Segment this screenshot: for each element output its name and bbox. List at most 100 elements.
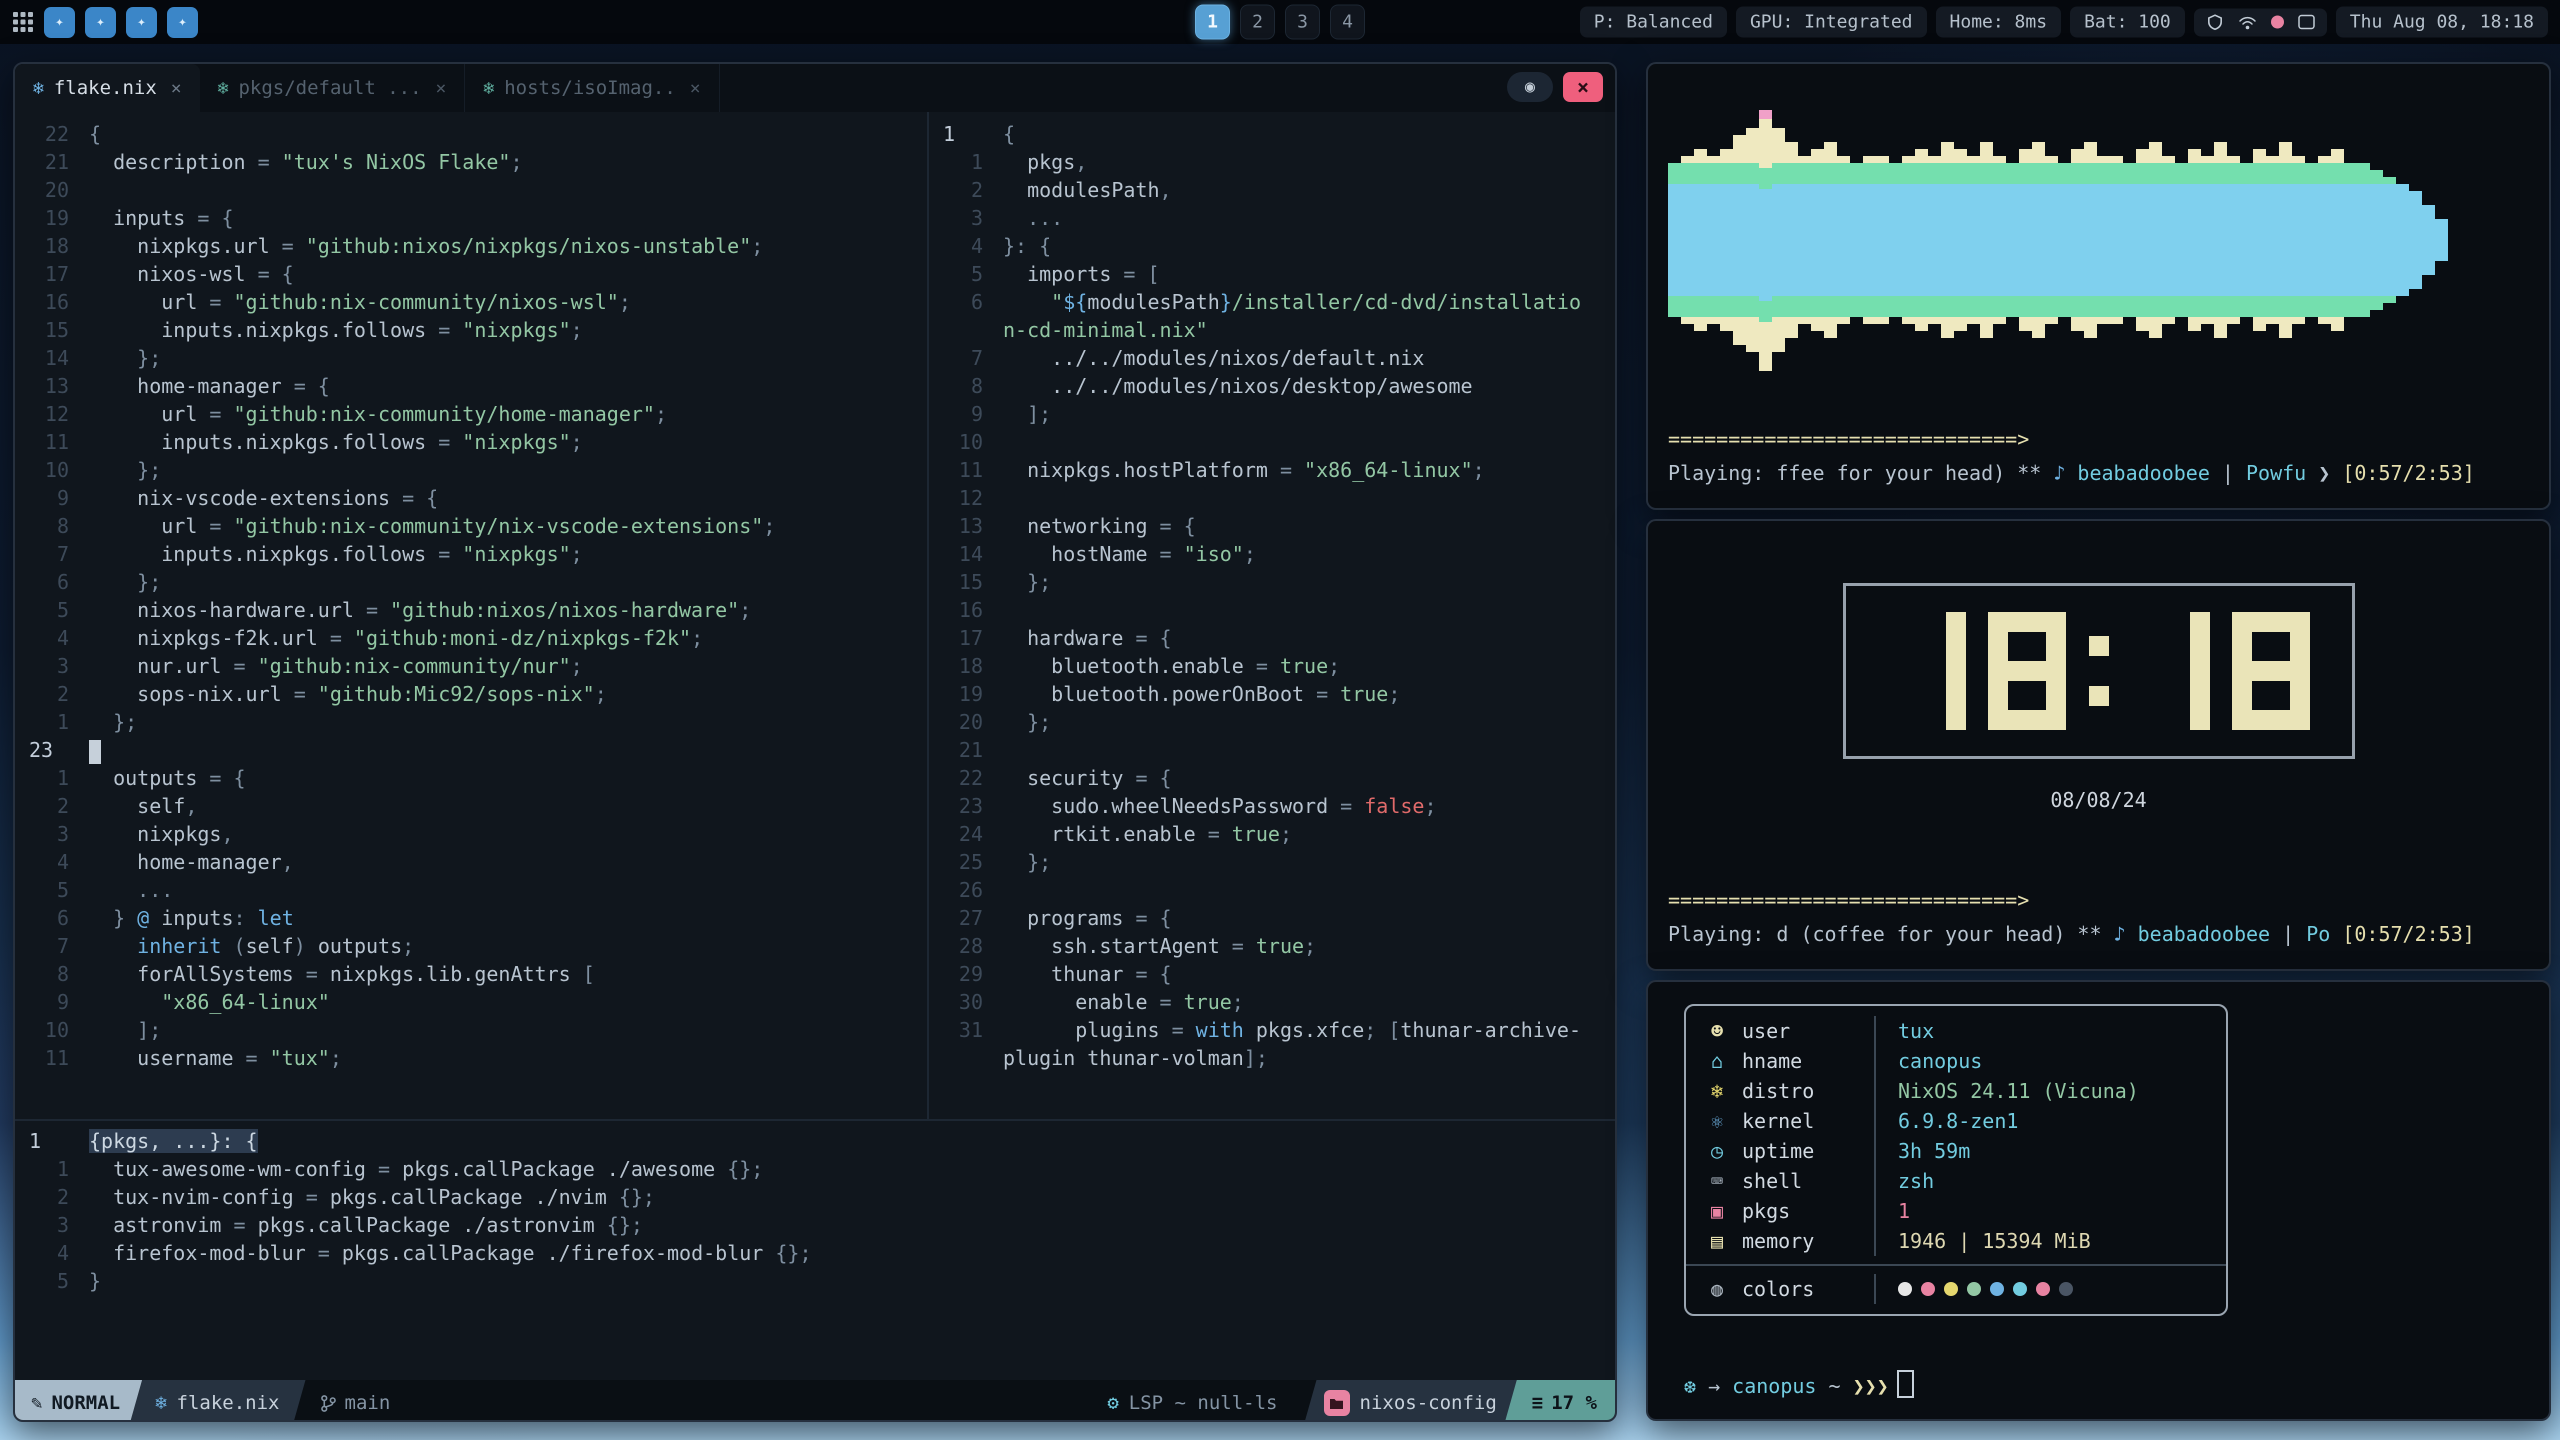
code-line[interactable]: 7 inherit (self) outputs; <box>15 932 927 960</box>
tab-close-icon[interactable]: × <box>171 78 182 99</box>
code-line[interactable]: 10 }; <box>15 456 927 484</box>
status-pill[interactable]: P: Balanced <box>1580 7 1727 38</box>
code-line[interactable]: 30 enable = true; <box>929 988 1615 1016</box>
code-line[interactable]: 23 sudo.wheelNeedsPassword = false; <box>929 792 1615 820</box>
code-line[interactable]: 2 modulesPath, <box>929 176 1615 204</box>
code-line[interactable]: 13 networking = { <box>929 512 1615 540</box>
code-line[interactable]: 17 nixos-wsl = { <box>15 260 927 288</box>
code-line[interactable]: 22{ <box>15 120 927 148</box>
code-line[interactable]: 5} <box>15 1267 1615 1295</box>
code-line[interactable]: 29 thunar = { <box>929 960 1615 988</box>
editor-tab-hosts-isoimag-[interactable]: ❄hosts/isoImag..× <box>465 64 719 112</box>
code-line[interactable]: 4 nixpkgs-f2k.url = "github:moni-dz/nixp… <box>15 624 927 652</box>
code-line[interactable]: 26 <box>929 876 1615 904</box>
status-pill[interactable]: Home: 8ms <box>1936 7 2062 38</box>
code-line[interactable]: 10 ]; <box>15 1016 927 1044</box>
code-line[interactable]: 11 inputs.nixpkgs.follows = "nixpkgs"; <box>15 428 927 456</box>
code-line[interactable]: 8 forAllSystems = nixpkgs.lib.genAttrs [ <box>15 960 927 988</box>
code-line[interactable]: 2 sops-nix.url = "github:Mic92/sops-nix"… <box>15 680 927 708</box>
code-line[interactable]: 31 plugins = with pkgs.xfce; [thunar-arc… <box>929 1016 1615 1044</box>
code-line[interactable]: 22 security = { <box>929 764 1615 792</box>
code-line[interactable]: 16 url = "github:nix-community/nixos-wsl… <box>15 288 927 316</box>
code-line[interactable]: 3 ... <box>929 204 1615 232</box>
code-line[interactable]: 7 inputs.nixpkgs.follows = "nixpkgs"; <box>15 540 927 568</box>
code-line[interactable]: n-cd-minimal.nix" <box>929 316 1615 344</box>
bar-icon-tray[interactable] <box>2194 8 2327 36</box>
code-line[interactable]: 1 }; <box>15 708 927 736</box>
code-line[interactable]: 5 imports = [ <box>929 260 1615 288</box>
code-line[interactable]: 1{ <box>929 120 1615 148</box>
code-line[interactable]: 14 }; <box>15 344 927 372</box>
code-line[interactable]: 21 description = "tux's NixOS Flake"; <box>15 148 927 176</box>
workspace-button-2[interactable]: 2 <box>1240 5 1275 40</box>
code-line[interactable]: 6 } @ inputs: let <box>15 904 927 932</box>
code-line[interactable]: 12 <box>929 484 1615 512</box>
code-line[interactable]: 1{pkgs, ...}: { <box>15 1127 1615 1155</box>
code-line[interactable]: 20 <box>15 176 927 204</box>
status-pill[interactable]: Bat: 100 <box>2070 7 2185 38</box>
code-line[interactable]: 4}: { <box>929 232 1615 260</box>
code-line[interactable]: 9 "x86_64-linux" <box>15 988 927 1016</box>
code-line[interactable]: 21 <box>929 736 1615 764</box>
code-line[interactable]: 7 ../../modules/nixos/default.nix <box>929 344 1615 372</box>
shell-prompt[interactable]: ❆ → canopus ~ ❯❯❯ <box>1684 1370 2549 1401</box>
code-line[interactable]: 19 bluetooth.powerOnBoot = true; <box>929 680 1615 708</box>
code-line[interactable]: 18 bluetooth.enable = true; <box>929 652 1615 680</box>
tag-icon-4[interactable]: ✦ <box>167 7 198 38</box>
workspace-button-1[interactable]: 1 <box>1195 5 1230 40</box>
tag-icon-1[interactable]: ✦ <box>44 7 75 38</box>
code-line[interactable]: 6 }; <box>15 568 927 596</box>
code-line[interactable]: 8 ../../modules/nixos/desktop/awesome <box>929 372 1615 400</box>
code-line[interactable]: 16 <box>929 596 1615 624</box>
tag-icon-2[interactable]: ✦ <box>85 7 116 38</box>
code-line[interactable]: plugin thunar-volman]; <box>929 1044 1615 1072</box>
tab-close-icon[interactable]: × <box>690 78 701 99</box>
code-line[interactable]: 2 tux-nvim-config = pkgs.callPackage ./n… <box>15 1183 1615 1211</box>
code-line[interactable]: 15 }; <box>929 568 1615 596</box>
code-line[interactable]: 25 }; <box>929 848 1615 876</box>
tag-icon-3[interactable]: ✦ <box>126 7 157 38</box>
code-line[interactable]: 9 nix-vscode-extensions = { <box>15 484 927 512</box>
code-line[interactable]: 23 <box>15 736 927 764</box>
code-line[interactable]: 4 firefox-mod-blur = pkgs.callPackage ./… <box>15 1239 1615 1267</box>
pane-flake-nix[interactable]: 22{21 description = "tux's NixOS Flake";… <box>15 112 927 1119</box>
code-line[interactable]: 20 }; <box>929 708 1615 736</box>
code-line[interactable]: 5 nixos-hardware.url = "github:nixos/nix… <box>15 596 927 624</box>
code-line[interactable]: 14 hostName = "iso"; <box>929 540 1615 568</box>
code-line[interactable]: 3 nur.url = "github:nix-community/nur"; <box>15 652 927 680</box>
window-close-button[interactable]: × <box>1563 72 1603 102</box>
code-line[interactable]: 2 self, <box>15 792 927 820</box>
code-line[interactable]: 28 ssh.startAgent = true; <box>929 932 1615 960</box>
code-line[interactable]: 1 outputs = { <box>15 764 927 792</box>
code-line[interactable]: 11 username = "tux"; <box>15 1044 927 1072</box>
code-line[interactable]: 15 inputs.nixpkgs.follows = "nixpkgs"; <box>15 316 927 344</box>
code-line[interactable]: 4 home-manager, <box>15 848 927 876</box>
pane-iso-image[interactable]: 1{1 pkgs,2 modulesPath,3 ...4}: {5 impor… <box>927 112 1615 1119</box>
code-line[interactable]: 9 ]; <box>929 400 1615 428</box>
code-line[interactable]: 8 url = "github:nix-community/nix-vscode… <box>15 512 927 540</box>
code-line[interactable]: 1 tux-awesome-wm-config = pkgs.callPacka… <box>15 1155 1615 1183</box>
pane-pkgs-default[interactable]: 1{pkgs, ...}: {1 tux-awesome-wm-config =… <box>15 1119 1615 1380</box>
code-line[interactable]: 3 astronvim = pkgs.callPackage ./astronv… <box>15 1211 1615 1239</box>
status-pill[interactable]: GPU: Integrated <box>1736 7 1927 38</box>
app-grid-icon[interactable] <box>12 11 34 33</box>
code-line[interactable]: 18 nixpkgs.url = "github:nixos/nixpkgs/n… <box>15 232 927 260</box>
code-line[interactable]: 11 nixpkgs.hostPlatform = "x86_64-linux"… <box>929 456 1615 484</box>
code-line[interactable]: 27 programs = { <box>929 904 1615 932</box>
code-line[interactable]: 17 hardware = { <box>929 624 1615 652</box>
code-line[interactable]: 1 pkgs, <box>929 148 1615 176</box>
code-line[interactable]: 3 nixpkgs, <box>15 820 927 848</box>
code-line[interactable]: 24 rtkit.enable = true; <box>929 820 1615 848</box>
eye-toggle-button[interactable]: ◉ <box>1507 72 1553 102</box>
editor-tab-pkgs-default-[interactable]: ❄pkgs/default ...× <box>200 64 466 112</box>
code-line[interactable]: 13 home-manager = { <box>15 372 927 400</box>
tab-close-icon[interactable]: × <box>436 78 447 99</box>
workspace-button-4[interactable]: 4 <box>1330 5 1365 40</box>
bar-clock[interactable]: Thu Aug 08, 18:18 <box>2336 7 2548 38</box>
code-line[interactable]: 6 "${modulesPath}/installer/cd-dvd/insta… <box>929 288 1615 316</box>
editor-tab-flake-nix[interactable]: ❄flake.nix× <box>15 64 200 112</box>
workspace-button-3[interactable]: 3 <box>1285 5 1320 40</box>
code-line[interactable]: 10 <box>929 428 1615 456</box>
code-line[interactable]: 12 url = "github:nix-community/home-mana… <box>15 400 927 428</box>
code-line[interactable]: 5 ... <box>15 876 927 904</box>
